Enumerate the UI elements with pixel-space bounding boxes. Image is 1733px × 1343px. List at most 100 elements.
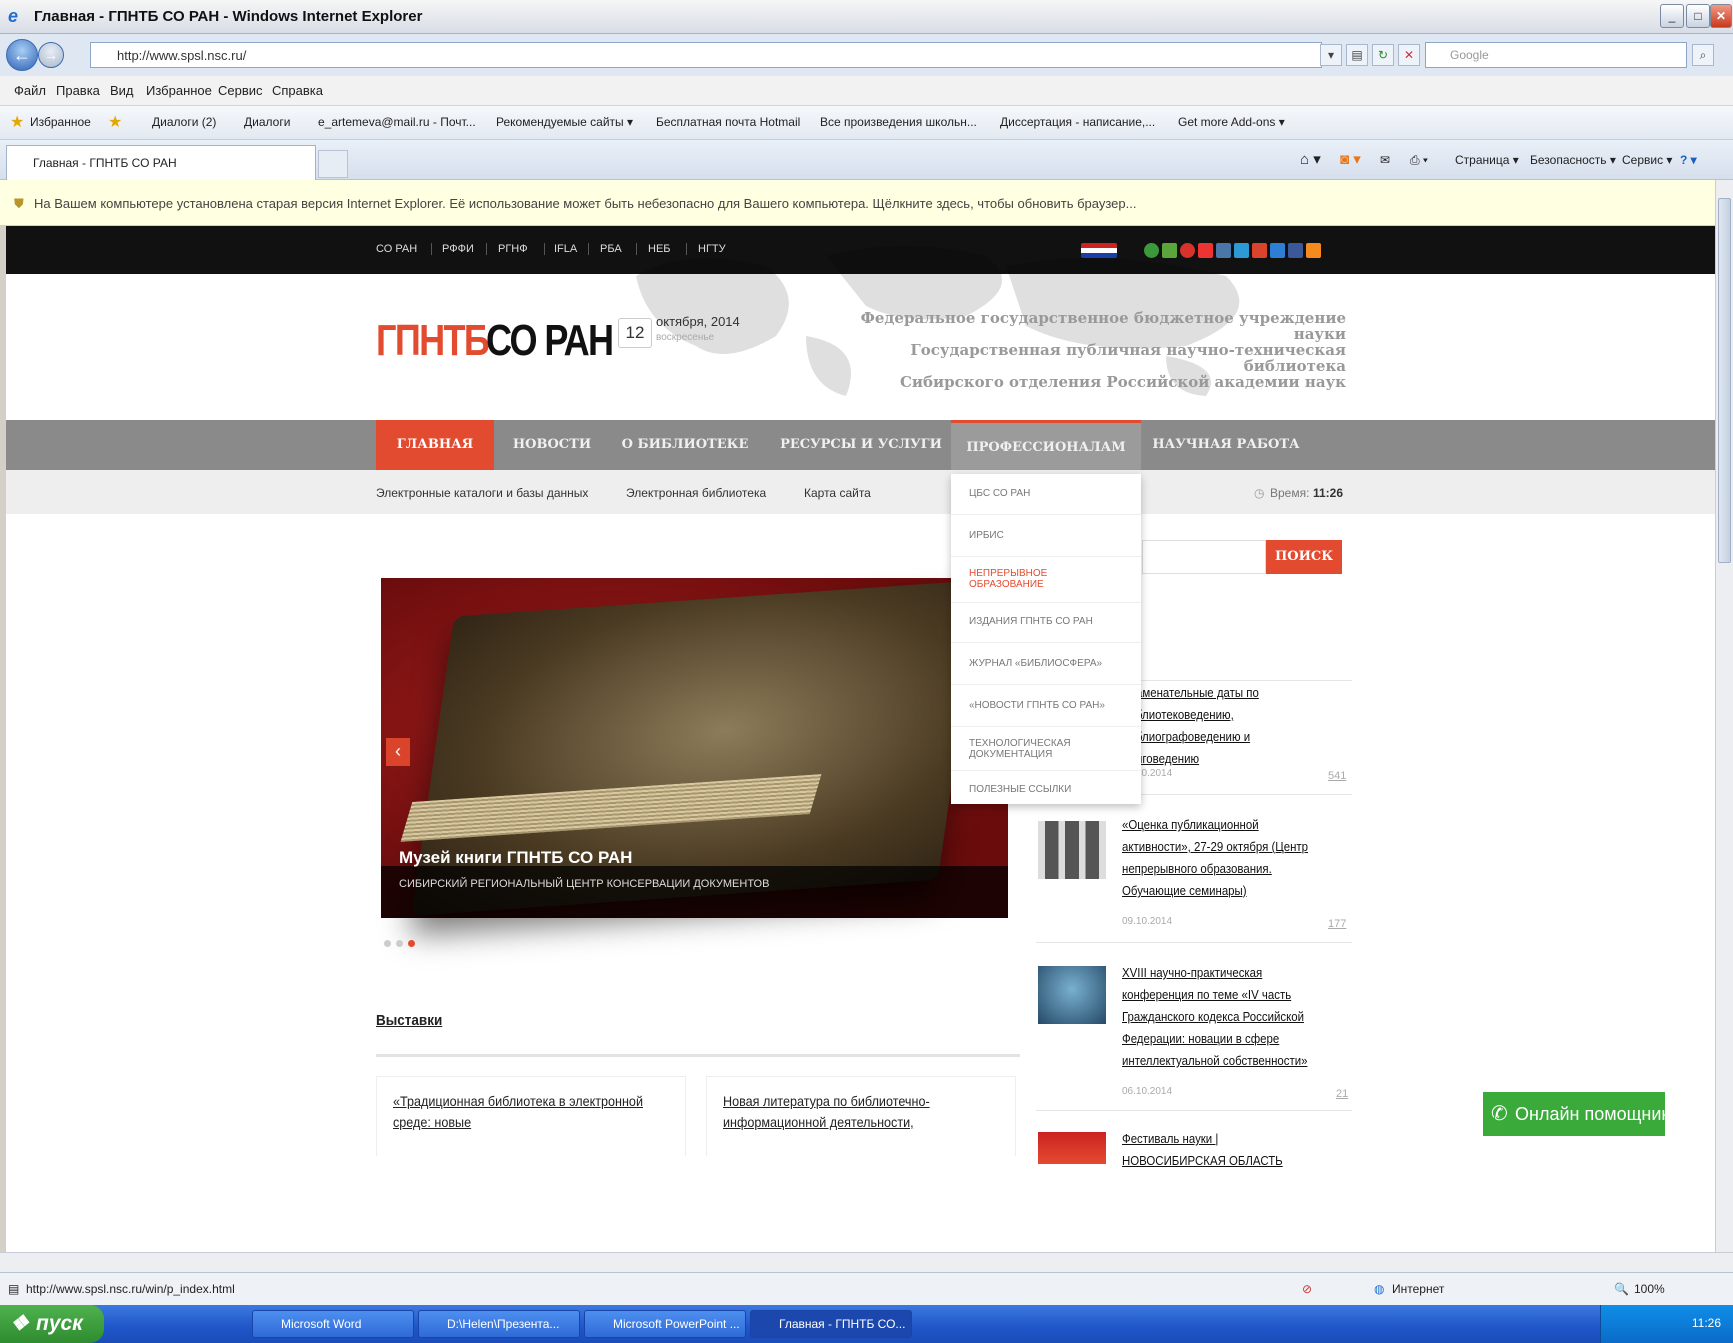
subnav-catalogs[interactable]: Электронные каталоги и базы данных [376,486,588,500]
fav-recommended[interactable]: Рекомендуемые сайты ▾ [496,115,633,129]
exhibition-card-1[interactable]: «Традиционная библиотека в электронной с… [376,1076,686,1156]
exhibition-card-1-title[interactable]: «Традиционная библиотека в электронной с… [393,1091,672,1133]
zoom-level[interactable]: 100% [1634,1282,1665,1296]
print-icon[interactable]: ⎙ ▾ [1410,153,1428,168]
nav-about[interactable]: О библиотеке [616,420,754,470]
start-button[interactable]: ❖ пуск [0,1305,104,1343]
site-search-button[interactable]: Поиск [1266,540,1342,574]
exhibition-card-2[interactable]: Новая литература по библиотечно-информац… [706,1076,1016,1156]
nav-resources[interactable]: Ресурсы и услуги [766,420,956,470]
dropdown-continuing-education[interactable]: Непрерывное образование [969,568,1069,590]
logo-gpntb[interactable]: ГПНТБ [376,311,490,371]
news-thumb-4[interactable] [1038,1132,1106,1164]
fav-dialogs[interactable]: Диалоги [244,115,290,129]
back-button[interactable]: ← [6,39,38,71]
menu-help[interactable]: Справка [272,83,323,98]
add-favorite-icon[interactable]: ★ [108,112,122,132]
image-slider[interactable]: ‹ Музей книги ГПНТБ СО РАН Сибирский рег… [381,578,1008,918]
dropdown-gpntb-news[interactable]: «Новости ГПНТБ СО РАН» [969,700,1105,711]
task-powerpoint[interactable]: Microsoft PowerPoint ... [584,1310,746,1338]
toplink-rgnf[interactable]: РГНФ [498,243,528,255]
menu-view[interactable]: Вид [110,83,134,98]
home-icon[interactable]: ⌂ ▾ [1300,150,1321,168]
nav-news[interactable]: Новости [502,420,602,470]
subnav-sitemap[interactable]: Карта сайта [804,486,871,500]
subnav-elibrary[interactable]: Электронная библиотека [626,486,766,500]
compat-icon[interactable]: ▤ [1346,44,1368,66]
news-item-3[interactable]: XVIII научно-практическая конференция по… [1122,962,1333,1072]
dropdown-useful-links[interactable]: Полезные ссылки [969,784,1071,795]
slider-dot-1[interactable] [384,940,391,947]
horizontal-scrollbar[interactable] [0,1252,1733,1272]
news-thumb-2[interactable] [1038,821,1106,879]
task-folder[interactable]: D:\Helen\Презента... [418,1310,580,1338]
rss-feed-icon[interactable] [1306,243,1321,258]
news-item-4[interactable]: Фестиваль науки | НОВОСИБИРСКАЯ ОБЛАСТЬ [1122,1128,1324,1172]
browser-tab[interactable]: Главная - ГПНТБ СО РАН [6,145,316,180]
toplink-so-ran[interactable]: СО РАН [376,243,417,255]
vertical-scrollbar[interactable] [1715,180,1733,1252]
dropdown-irbis[interactable]: ИРБИС [969,530,1004,541]
refresh-icon[interactable]: ↻ [1372,44,1394,66]
fav-mail[interactable]: e_artemeva@mail.ru - Почт... [318,115,476,129]
news-views-3[interactable]: 21 [1336,1088,1348,1100]
menu-file[interactable]: Файл [14,83,46,98]
dropdown-bibliosfera[interactable]: Журнал «Библиосфера» [969,658,1102,669]
slider-dot-2[interactable] [396,940,403,947]
toplink-rffi[interactable]: РФФИ [442,243,474,255]
slider-prev-button[interactable]: ‹ [386,738,410,766]
close-button[interactable]: ✕ [1710,4,1732,28]
slider-dot-3[interactable] [408,940,415,947]
search-icon[interactable]: ⌕ [1692,44,1714,66]
mail-icon[interactable]: ✉ [1380,153,1390,167]
site-search-input[interactable] [1142,540,1266,574]
fav-dissertation[interactable]: Диссертация - написание,... [1000,115,1155,129]
news-views-1[interactable]: 541 [1328,770,1346,782]
news-item-2[interactable]: «Оценка публикационной активности», 27-2… [1122,814,1324,902]
task-ie[interactable]: Главная - ГПНТБ СО... [750,1310,912,1338]
section-exhibitions-title[interactable]: Выставки [376,1012,442,1029]
news-item-1[interactable]: аменательные даты по блиотековедению, бл… [1136,682,1303,770]
cmd-tools[interactable]: Сервис ▾ [1622,153,1672,167]
stop-icon[interactable]: ✕ [1398,44,1420,66]
dropdown-tech-docs[interactable]: Технологическая документация [969,738,1089,760]
rss-icon[interactable]: ◙ ▾ [1340,150,1361,168]
logo-so-ran[interactable]: СО РАН [486,311,614,371]
dropdown-publications[interactable]: Издания ГПНТБ СО РАН [969,616,1093,627]
fav-dialogs-2[interactable]: Диалоги (2) [152,115,216,129]
menu-edit[interactable]: Правка [56,83,100,98]
info-bar[interactable]: ⛊ На Вашем компьютере установлена старая… [0,180,1733,226]
menu-tools[interactable]: Сервис [218,83,263,98]
zoom-icon[interactable]: 🔍 [1614,1282,1629,1296]
news-views-2[interactable]: 177 [1328,918,1346,930]
nav-home[interactable]: Главная [376,420,494,470]
tray-clock[interactable]: 11:26 [1692,1316,1721,1330]
menu-favorites[interactable]: Избранное [146,83,212,98]
online-helper-button[interactable]: ✆ Онлайн помощник [1483,1092,1669,1136]
task-word[interactable]: Microsoft Word [252,1310,414,1338]
new-tab-button[interactable] [318,150,348,178]
star-icon[interactable]: ★ [10,112,24,132]
nav-professionals[interactable]: Профессионалам [951,420,1141,470]
search-input[interactable]: Google [1425,42,1687,68]
address-bar[interactable]: http://www.spsl.nsc.ru/ [90,42,1322,68]
nav-research[interactable]: Научная работа [1151,420,1301,470]
cmd-page[interactable]: Страница ▾ [1455,153,1519,167]
popup-blocker-icon[interactable]: ⊘ [1302,1282,1312,1296]
address-dropdown-icon[interactable]: ▾ [1320,44,1342,66]
clock-icon: ◷ [1254,486,1265,500]
forward-button[interactable]: → [38,42,64,68]
news-thumb-3[interactable] [1038,966,1106,1024]
help-icon[interactable]: ? ▾ [1680,153,1697,167]
minimize-button[interactable]: _ [1660,4,1684,28]
fav-addons[interactable]: Get more Add-ons ▾ [1178,115,1285,129]
slide-title[interactable]: Музей книги ГПНТБ СО РАН [399,848,632,868]
toplink-ifla[interactable]: IFLA [554,243,577,255]
cmd-safety[interactable]: Безопасность ▾ [1530,153,1616,167]
dropdown-cbs[interactable]: ЦБС СО РАН [969,488,1030,499]
exhibition-card-2-title[interactable]: Новая литература по библиотечно-информац… [723,1091,1002,1133]
fav-school[interactable]: Все произведения школьн... [820,115,977,129]
maximize-button[interactable]: □ [1686,4,1710,28]
fav-hotmail[interactable]: Бесплатная почта Hotmail [656,115,800,129]
favorites-button[interactable]: Избранное [30,115,91,129]
